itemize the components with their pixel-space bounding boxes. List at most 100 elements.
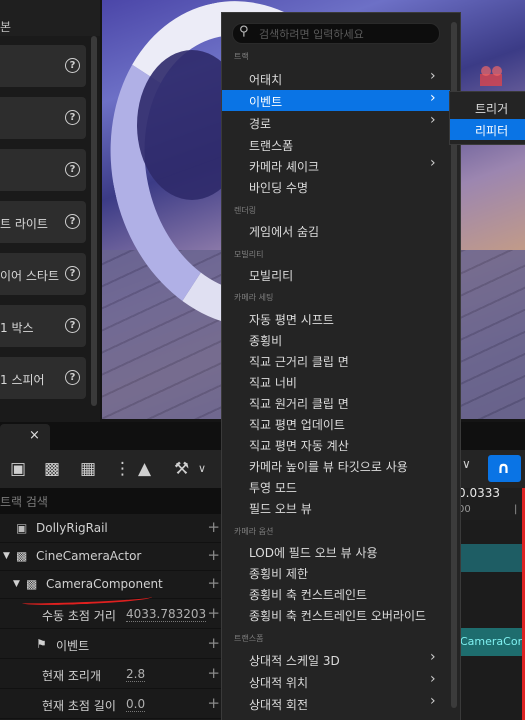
timeline-ruler[interactable]: 0.0333 00 | bbox=[458, 486, 525, 520]
menu-item-label: 필드 오브 뷰 bbox=[249, 502, 312, 516]
close-icon[interactable]: × bbox=[29, 428, 40, 443]
menu-item-camera-height-view-target[interactable]: 카메라 높이를 뷰 타깃으로 사용 bbox=[222, 455, 450, 476]
menu-item-label: 종횡비 제한 bbox=[249, 567, 309, 581]
menu-item-projection-mode[interactable]: 투영 모드 bbox=[222, 476, 450, 497]
track-label: 이벤트 bbox=[56, 639, 90, 653]
track-value[interactable]: 2.8 bbox=[126, 667, 146, 682]
menu-item-label: 상대적 회전 bbox=[249, 698, 309, 712]
menu-item-label: 트랜스폼 bbox=[249, 139, 294, 153]
menu-item-relative-scale[interactable]: 상대적 스케일 3D › bbox=[222, 649, 450, 670]
actor-item-rect-light[interactable]: 트 라이트 ? bbox=[0, 201, 86, 243]
actor-item-3[interactable]: ? bbox=[0, 149, 86, 191]
section-header-camera-options: 카메라 옵션 bbox=[234, 527, 274, 536]
menu-item-mobility[interactable]: 모빌리티 bbox=[222, 264, 450, 285]
menu-item-transform[interactable]: 트랜스폼 bbox=[222, 134, 450, 155]
menu-item-label: 어태치 bbox=[249, 73, 283, 87]
menu-item-constrain-aspect-ratio[interactable]: 종횡비 제한 bbox=[222, 562, 450, 583]
actor-item-sphere[interactable]: 1 스피어 ? bbox=[0, 357, 86, 399]
expand-icon[interactable]: ▼ bbox=[3, 551, 10, 561]
menu-item-ortho-plane-update[interactable]: 직교 평면 업데이트 bbox=[222, 413, 450, 434]
help-icon[interactable]: ? bbox=[65, 110, 80, 125]
menu-search-input[interactable]: ⚲ 검색하려면 입력하세요 bbox=[232, 23, 440, 44]
actor-item-1[interactable]: ? bbox=[0, 45, 86, 87]
menu-item-label: 카메라 셰이크 bbox=[249, 160, 320, 174]
actor-item-player-start[interactable]: 이어 스타트 ? bbox=[0, 253, 86, 295]
menu-item-label: 종횡비 축 컨스트레인트 오버라이드 bbox=[249, 609, 427, 623]
add-key-icon[interactable]: + bbox=[207, 634, 220, 652]
submenu-item-trigger[interactable]: 트리거 bbox=[450, 97, 525, 118]
menu-item-label: 자동 평면 시프트 bbox=[249, 313, 334, 327]
track-row-focal-length[interactable]: 현재 초점 길이 0.0 + bbox=[0, 690, 222, 719]
menu-item-aspect-ratio[interactable]: 종횡비 bbox=[222, 329, 450, 350]
menu-item-ortho-plane-auto-calc[interactable]: 직교 평면 자동 계산 bbox=[222, 434, 450, 455]
camera-icon: ▩ bbox=[26, 577, 38, 591]
menu-item-override-aspect-axis-constraint[interactable]: 종횡비 축 컨스트레인트 오버라이드 bbox=[222, 604, 450, 625]
menu-item-aspect-axis-constraint[interactable]: 종횡비 축 컨스트레인트 bbox=[222, 583, 450, 604]
menu-item-relative-location[interactable]: 상대적 위치 › bbox=[222, 671, 450, 692]
submenu-item-repeater[interactable]: 리피터 bbox=[450, 119, 525, 140]
menu-item-label: 이벤트 bbox=[249, 95, 283, 109]
menu-item-label: 종횡비 bbox=[249, 334, 283, 348]
track-label: CineCameraActor bbox=[36, 549, 142, 563]
find-track-icon[interactable]: ▣ bbox=[10, 459, 26, 479]
actor-item-2[interactable]: ? bbox=[0, 97, 86, 139]
help-icon[interactable]: ? bbox=[65, 370, 80, 385]
sequencer-tab[interactable]: × bbox=[0, 424, 50, 450]
track-row-aperture[interactable]: 현재 조리개 2.8 + bbox=[0, 660, 222, 689]
track-row-manual-focus[interactable]: 수동 초점 거리 4033.783203 + bbox=[0, 600, 222, 629]
add-track-icon[interactable]: + bbox=[207, 546, 220, 564]
help-icon[interactable]: ? bbox=[65, 266, 80, 281]
add-track-icon[interactable]: + bbox=[207, 518, 220, 536]
menu-item-relative-rotation[interactable]: 상대적 회전 › bbox=[222, 693, 450, 714]
menu-item-binding-lifetime[interactable]: 바인딩 수명 bbox=[222, 176, 450, 197]
track-value[interactable]: 4033.783203 bbox=[126, 607, 207, 622]
wrench-icon[interactable]: ⚒ bbox=[174, 459, 189, 479]
section-header-rendering: 렌더링 bbox=[234, 206, 257, 215]
track-value[interactable]: 0.0 bbox=[126, 697, 146, 712]
add-track-icon[interactable]: + bbox=[207, 574, 220, 592]
camera-icon[interactable]: ▩ bbox=[44, 459, 60, 479]
expand-icon[interactable]: ▼ bbox=[13, 579, 20, 589]
track-row-event[interactable]: ⚑ 이벤트 + bbox=[0, 630, 222, 659]
help-icon[interactable]: ? bbox=[65, 318, 80, 333]
chevron-down-icon[interactable]: ∨ bbox=[462, 457, 471, 471]
render-icon[interactable]: ▲ bbox=[138, 459, 151, 479]
track-row-dollyrigrail[interactable]: ▣ DollyRigRail + bbox=[0, 514, 222, 543]
help-icon[interactable]: ? bbox=[65, 58, 80, 73]
menu-item-event[interactable]: 이벤트 › bbox=[222, 90, 450, 111]
magnet-icon: ∩ bbox=[497, 458, 510, 477]
menu-item-lod-fov[interactable]: LOD에 필드 오브 뷰 사용 bbox=[222, 541, 450, 562]
help-icon[interactable]: ? bbox=[65, 162, 80, 177]
panel-scrollbar[interactable] bbox=[91, 36, 97, 406]
help-icon[interactable]: ? bbox=[65, 214, 80, 229]
chevron-right-icon: › bbox=[430, 155, 436, 171]
chevron-down-icon[interactable]: ∨ bbox=[198, 462, 206, 475]
more-options-icon[interactable]: ⋮ bbox=[114, 459, 131, 479]
add-key-icon[interactable]: + bbox=[207, 664, 220, 682]
menu-item-label: 게임에서 숨김 bbox=[249, 225, 320, 239]
actor-item-box[interactable]: 1 박스 ? bbox=[0, 305, 86, 347]
menu-item-hide-in-game[interactable]: 게임에서 숨김 bbox=[222, 220, 450, 241]
menu-item-path[interactable]: 경로 › bbox=[222, 112, 450, 133]
menu-item-ortho-near-clip[interactable]: 직교 근거리 클립 면 bbox=[222, 350, 450, 371]
track-clip-camera[interactable]: CameraComp bbox=[458, 628, 525, 656]
menu-item-field-of-view[interactable]: 필드 오브 뷰 bbox=[222, 497, 450, 518]
track-row-cinecameraactor[interactable]: ▼ ▩ CineCameraActor + bbox=[0, 542, 222, 571]
add-key-icon[interactable]: + bbox=[207, 604, 220, 622]
menu-item-label: 상대적 위치 bbox=[249, 676, 309, 690]
actor-item-label: 1 박스 bbox=[0, 321, 34, 335]
clapper-icon[interactable]: ▦ bbox=[80, 459, 96, 479]
menu-item-camera-shake[interactable]: 카메라 셰이크 › bbox=[222, 155, 450, 176]
menu-item-ortho-far-clip[interactable]: 직교 원거리 클립 면 bbox=[222, 392, 450, 413]
menu-item-label: 직교 평면 업데이트 bbox=[249, 418, 345, 432]
menu-item-ortho-width[interactable]: 직교 너비 bbox=[222, 371, 450, 392]
section-header-track: 트랙 bbox=[234, 52, 249, 61]
track-clip[interactable] bbox=[458, 544, 525, 572]
snap-toggle-button[interactable]: ∩ bbox=[488, 455, 521, 482]
add-key-icon[interactable]: + bbox=[207, 694, 220, 712]
menu-item-attach[interactable]: 어태치 › bbox=[222, 68, 450, 89]
panel-header: 본 bbox=[0, 0, 100, 36]
track-label: CameraComponent bbox=[46, 577, 163, 591]
menu-item-auto-plane-shift[interactable]: 자동 평면 시프트 bbox=[222, 308, 450, 329]
track-search-input[interactable]: 트랙 검색 bbox=[0, 488, 222, 514]
